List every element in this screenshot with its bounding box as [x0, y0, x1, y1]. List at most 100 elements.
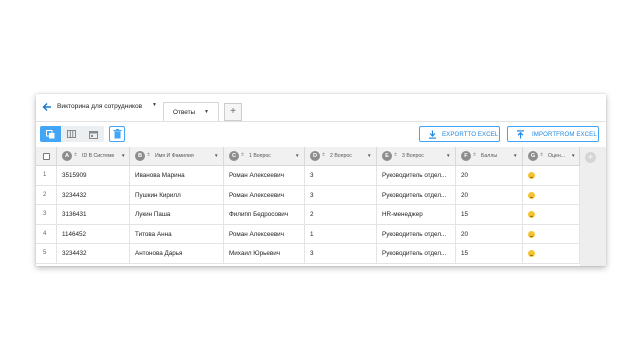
- cell-q2[interactable]: 2: [305, 205, 377, 224]
- cell-id[interactable]: 3136431: [57, 205, 130, 224]
- sort-icon[interactable]: ±: [540, 152, 543, 158]
- cell-rating[interactable]: [523, 205, 580, 224]
- cell-rating[interactable]: [523, 166, 580, 185]
- table-row[interactable]: 4 1146452 Титова Анна Роман Алексеевич 1…: [36, 224, 580, 244]
- trash-icon: [113, 129, 122, 139]
- column-header-rating[interactable]: G ± Оцен... ▼: [523, 147, 580, 166]
- chevron-down-icon[interactable]: ▼: [446, 153, 450, 158]
- cell-id[interactable]: 3234432: [57, 185, 130, 204]
- chevron-down-icon[interactable]: ▼: [571, 153, 575, 158]
- smiley-icon: [528, 211, 535, 218]
- sort-icon[interactable]: ±: [74, 152, 77, 158]
- chevron-down-icon[interactable]: ▼: [121, 153, 125, 158]
- chevron-down-icon[interactable]: ▼: [214, 153, 218, 158]
- cell-rating[interactable]: [523, 224, 580, 243]
- table-row[interactable]: 1 3515909 Иванова Марина Роман Алексееви…: [36, 166, 580, 186]
- column-badge: A: [62, 151, 72, 161]
- cell-q2[interactable]: 3: [305, 244, 377, 263]
- plus-icon[interactable]: +: [585, 152, 596, 163]
- cell-score[interactable]: 15: [456, 244, 523, 263]
- cell-q3[interactable]: Руководитель отдел...: [377, 185, 456, 204]
- sort-icon[interactable]: ±: [322, 152, 325, 158]
- column-header-id[interactable]: A ± ID В Системе ▼: [57, 147, 130, 166]
- cell-name[interactable]: Пушкин Кирилл: [130, 185, 224, 204]
- cell-id[interactable]: 1146452: [57, 224, 130, 243]
- table-row[interactable]: 5 3234432 Антонова Дарья Михаил Юрьевич …: [36, 244, 580, 264]
- smiley-icon: [528, 191, 535, 199]
- column-header-q3[interactable]: E ± 3 Вопрос ▼: [377, 147, 456, 166]
- select-all-checkbox[interactable]: [43, 153, 50, 160]
- cell-name[interactable]: Антонова Дарья: [130, 244, 224, 263]
- chevron-down-icon[interactable]: ▼: [513, 153, 517, 158]
- arrow-left-icon[interactable]: [41, 101, 53, 113]
- cell-q3[interactable]: HR-менеджер: [377, 205, 456, 224]
- cell-value: 1: [310, 230, 314, 238]
- sort-icon[interactable]: ±: [394, 152, 397, 158]
- calendar-icon: [89, 131, 98, 139]
- cell-rating[interactable]: [523, 244, 580, 263]
- cell-value: Роман Алексеевич: [229, 191, 284, 199]
- sort-icon[interactable]: ±: [473, 152, 476, 158]
- import-label: IMPORTFROM EXCEL: [532, 131, 597, 138]
- cell-q1[interactable]: Роман Алексеевич: [224, 224, 305, 243]
- tab-label: Ответы: [173, 109, 196, 116]
- cell-q3[interactable]: Руководитель отдел...: [377, 224, 456, 243]
- table-view-button[interactable]: [40, 126, 61, 142]
- sort-icon[interactable]: ±: [147, 152, 150, 158]
- column-badge: G: [528, 151, 538, 161]
- cell-name[interactable]: Лукин Паша: [130, 205, 224, 224]
- delete-button[interactable]: [109, 126, 125, 142]
- cell-value: 3234432: [62, 250, 87, 257]
- import-excel-button[interactable]: IMPORTFROM EXCEL: [507, 126, 599, 142]
- sort-icon[interactable]: ±: [241, 152, 244, 158]
- cell-value: 1146452: [62, 230, 87, 238]
- chevron-down-icon[interactable]: ▼: [152, 102, 157, 108]
- cell-q1[interactable]: Роман Алексеевич: [224, 166, 305, 185]
- cell-id[interactable]: 3234432: [57, 244, 130, 263]
- column-label: Оцен...: [548, 153, 566, 159]
- cell-value: Руководитель отдел...: [382, 191, 447, 199]
- table-row[interactable]: 3 3136431 Лукин Паша Филипп Бедросович 2…: [36, 205, 580, 225]
- cell-id[interactable]: 3515909: [57, 166, 130, 185]
- cell-rating[interactable]: [523, 185, 580, 204]
- upload-icon: [517, 130, 524, 139]
- column-header-q1[interactable]: C ± 1 Вопрос ▼: [224, 147, 305, 166]
- table-row[interactable]: 2 3234432 Пушкин Кирилл Роман Алексеевич…: [36, 185, 580, 205]
- cell-q3[interactable]: Руководитель отдел...: [377, 166, 456, 185]
- cell-score[interactable]: 15: [456, 205, 523, 224]
- view-switcher: [40, 126, 104, 142]
- app-window: Викторина для сотрудников ▼ Ответы ▼ + E…: [36, 94, 606, 266]
- smiley-icon: [528, 250, 535, 257]
- cell-value: 3: [310, 191, 314, 199]
- column-header-name[interactable]: B ± Имя И Фамилия ▼: [130, 147, 224, 166]
- cell-q1[interactable]: Михаил Юрьевич: [224, 244, 305, 263]
- page-title: Викторина для сотрудников: [57, 103, 143, 110]
- download-icon: [429, 130, 436, 139]
- add-tab-button[interactable]: +: [224, 103, 242, 121]
- cell-q1[interactable]: Филипп Бедросович: [224, 205, 305, 224]
- cell-score[interactable]: 20: [456, 224, 523, 243]
- chevron-down-icon[interactable]: ▼: [204, 109, 209, 115]
- chevron-down-icon[interactable]: ▼: [295, 153, 299, 158]
- cell-q3[interactable]: Руководитель отдел...: [377, 244, 456, 263]
- cell-q2[interactable]: 3: [305, 166, 377, 185]
- cell-q2[interactable]: 3: [305, 185, 377, 204]
- calendar-view-button[interactable]: [83, 126, 104, 142]
- grid-view-button[interactable]: [61, 126, 82, 142]
- column-badge: B: [135, 151, 145, 161]
- cell-score[interactable]: 20: [456, 166, 523, 185]
- copy-icon: [46, 130, 55, 139]
- column-badge: C: [229, 151, 239, 161]
- chevron-down-icon[interactable]: ▼: [367, 153, 371, 158]
- cell-q2[interactable]: 1: [305, 224, 377, 243]
- tab-answers[interactable]: Ответы ▼: [163, 102, 219, 122]
- cell-q1[interactable]: Роман Алексеевич: [224, 185, 305, 204]
- column-header-q2[interactable]: D ± 2 Вопрос ▼: [305, 147, 377, 166]
- cell-name[interactable]: Титова Анна: [130, 224, 224, 243]
- row-number-cell: 2: [36, 185, 57, 204]
- cell-score[interactable]: 20: [456, 185, 523, 204]
- cell-name[interactable]: Иванова Марина: [130, 166, 224, 185]
- cell-value: Руководитель отдел...: [382, 172, 447, 179]
- column-header-score[interactable]: F ± Баллы ▼: [456, 147, 523, 166]
- export-excel-button[interactable]: EXPORTTO EXCEL: [419, 126, 500, 142]
